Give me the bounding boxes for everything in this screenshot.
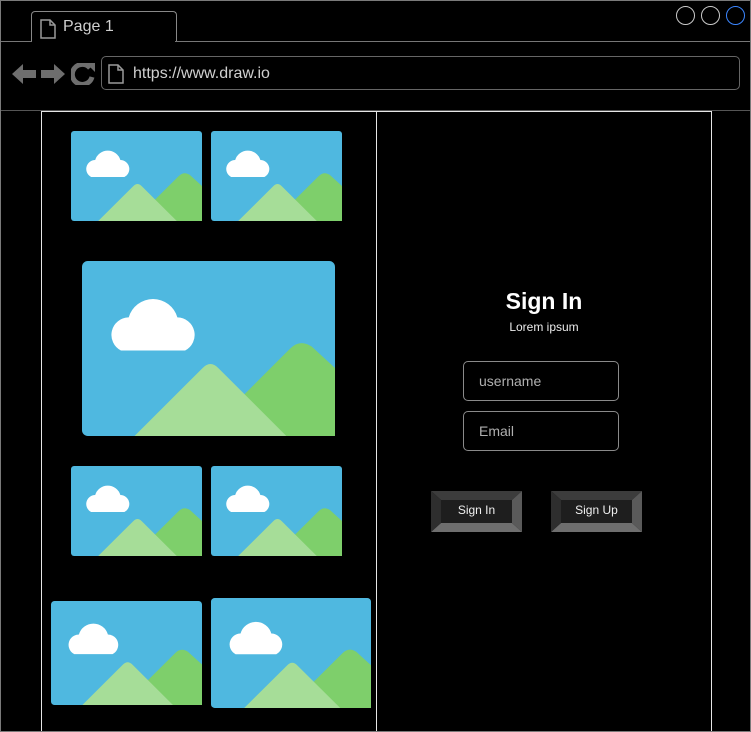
signin-title: Sign In xyxy=(505,288,583,314)
page-icon xyxy=(40,19,56,39)
reload-icon[interactable] xyxy=(71,63,95,85)
signin-button[interactable]: Sign In xyxy=(431,491,522,532)
image-placeholder-2[interactable] xyxy=(211,131,342,221)
browser-window: Page 1 https://www.draw.io Sign In Lorem… xyxy=(0,0,751,732)
image-gallery xyxy=(41,111,376,731)
maximize-circle-icon[interactable] xyxy=(701,6,720,25)
image-placeholder-6[interactable] xyxy=(211,598,371,708)
username-field[interactable]: username xyxy=(463,361,619,401)
image-placeholder-large[interactable] xyxy=(82,261,335,436)
image-placeholder-5[interactable] xyxy=(51,601,202,705)
image-placeholder-3[interactable] xyxy=(71,466,202,556)
url-text: https://www.draw.io xyxy=(133,65,270,82)
signup-button[interactable]: Sign Up xyxy=(551,491,642,532)
signin-subtitle: Lorem ipsum xyxy=(509,320,579,334)
back-icon[interactable] xyxy=(12,63,36,85)
image-placeholder-1[interactable] xyxy=(71,131,202,221)
address-bar[interactable]: https://www.draw.io xyxy=(101,56,740,90)
active-tab-gap xyxy=(32,41,175,42)
page-icon xyxy=(108,64,124,84)
signin-button-label: Sign In xyxy=(457,503,496,517)
email-field[interactable]: Email xyxy=(463,411,619,451)
image-placeholder-4[interactable] xyxy=(211,466,342,556)
tab-page-1[interactable]: Page 1 xyxy=(31,11,177,42)
minimize-circle-icon[interactable] xyxy=(676,6,695,25)
forward-icon[interactable] xyxy=(41,63,65,85)
close-circle-icon[interactable] xyxy=(726,6,745,25)
signup-button-label: Sign Up xyxy=(575,503,618,517)
signin-panel: Sign In Lorem ipsum username Email Sign … xyxy=(376,111,712,731)
tab-label: Page 1 xyxy=(63,18,114,35)
